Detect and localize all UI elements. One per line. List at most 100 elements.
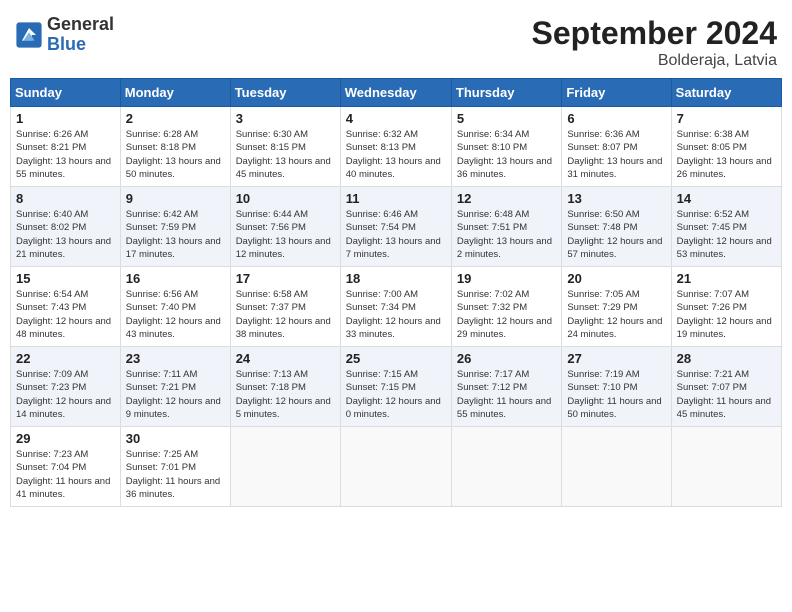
calendar-cell: 9 Sunrise: 6:42 AMSunset: 7:59 PMDayligh… bbox=[120, 187, 230, 267]
day-info: Sunrise: 7:07 AMSunset: 7:26 PMDaylight:… bbox=[677, 288, 776, 341]
calendar-cell: 7 Sunrise: 6:38 AMSunset: 8:05 PMDayligh… bbox=[671, 107, 781, 187]
calendar-cell bbox=[451, 427, 561, 507]
calendar-cell bbox=[230, 427, 340, 507]
day-number: 3 bbox=[236, 111, 335, 126]
day-number: 28 bbox=[677, 351, 776, 366]
calendar-table: SundayMondayTuesdayWednesdayThursdayFrid… bbox=[10, 78, 782, 507]
calendar-cell: 12 Sunrise: 6:48 AMSunset: 7:51 PMDaylig… bbox=[451, 187, 561, 267]
day-info: Sunrise: 6:40 AMSunset: 8:02 PMDaylight:… bbox=[16, 208, 115, 261]
day-of-week-header: Monday bbox=[120, 79, 230, 107]
day-number: 1 bbox=[16, 111, 115, 126]
day-number: 14 bbox=[677, 191, 776, 206]
calendar-cell: 28 Sunrise: 7:21 AMSunset: 7:07 PMDaylig… bbox=[671, 347, 781, 427]
calendar-cell: 25 Sunrise: 7:15 AMSunset: 7:15 PMDaylig… bbox=[340, 347, 451, 427]
day-number: 24 bbox=[236, 351, 335, 366]
day-info: Sunrise: 7:05 AMSunset: 7:29 PMDaylight:… bbox=[567, 288, 665, 341]
calendar-week-row: 29 Sunrise: 7:23 AMSunset: 7:04 PMDaylig… bbox=[11, 427, 782, 507]
calendar-cell: 20 Sunrise: 7:05 AMSunset: 7:29 PMDaylig… bbox=[562, 267, 671, 347]
calendar-cell: 30 Sunrise: 7:25 AMSunset: 7:01 PMDaylig… bbox=[120, 427, 230, 507]
logo: General Blue bbox=[15, 15, 114, 55]
day-info: Sunrise: 7:00 AMSunset: 7:34 PMDaylight:… bbox=[346, 288, 446, 341]
calendar-cell: 24 Sunrise: 7:13 AMSunset: 7:18 PMDaylig… bbox=[230, 347, 340, 427]
calendar-cell: 21 Sunrise: 7:07 AMSunset: 7:26 PMDaylig… bbox=[671, 267, 781, 347]
day-number: 22 bbox=[16, 351, 115, 366]
calendar-cell: 17 Sunrise: 6:58 AMSunset: 7:37 PMDaylig… bbox=[230, 267, 340, 347]
day-number: 20 bbox=[567, 271, 665, 286]
logo-general: General bbox=[47, 15, 114, 35]
calendar-cell: 14 Sunrise: 6:52 AMSunset: 7:45 PMDaylig… bbox=[671, 187, 781, 267]
day-info: Sunrise: 7:11 AMSunset: 7:21 PMDaylight:… bbox=[126, 368, 225, 421]
calendar-cell: 13 Sunrise: 6:50 AMSunset: 7:48 PMDaylig… bbox=[562, 187, 671, 267]
calendar-week-row: 22 Sunrise: 7:09 AMSunset: 7:23 PMDaylig… bbox=[11, 347, 782, 427]
day-info: Sunrise: 7:09 AMSunset: 7:23 PMDaylight:… bbox=[16, 368, 115, 421]
calendar-week-row: 8 Sunrise: 6:40 AMSunset: 8:02 PMDayligh… bbox=[11, 187, 782, 267]
day-info: Sunrise: 6:28 AMSunset: 8:18 PMDaylight:… bbox=[126, 128, 225, 181]
day-info: Sunrise: 7:02 AMSunset: 7:32 PMDaylight:… bbox=[457, 288, 556, 341]
day-info: Sunrise: 6:42 AMSunset: 7:59 PMDaylight:… bbox=[126, 208, 225, 261]
day-info: Sunrise: 7:17 AMSunset: 7:12 PMDaylight:… bbox=[457, 368, 556, 421]
calendar-cell: 26 Sunrise: 7:17 AMSunset: 7:12 PMDaylig… bbox=[451, 347, 561, 427]
logo-blue: Blue bbox=[47, 35, 114, 55]
day-info: Sunrise: 6:48 AMSunset: 7:51 PMDaylight:… bbox=[457, 208, 556, 261]
calendar-cell: 27 Sunrise: 7:19 AMSunset: 7:10 PMDaylig… bbox=[562, 347, 671, 427]
day-number: 29 bbox=[16, 431, 115, 446]
calendar-cell bbox=[671, 427, 781, 507]
day-of-week-header: Friday bbox=[562, 79, 671, 107]
calendar-week-row: 15 Sunrise: 6:54 AMSunset: 7:43 PMDaylig… bbox=[11, 267, 782, 347]
logo-icon bbox=[15, 21, 43, 49]
day-info: Sunrise: 6:54 AMSunset: 7:43 PMDaylight:… bbox=[16, 288, 115, 341]
day-number: 6 bbox=[567, 111, 665, 126]
day-of-week-header: Saturday bbox=[671, 79, 781, 107]
day-info: Sunrise: 6:34 AMSunset: 8:10 PMDaylight:… bbox=[457, 128, 556, 181]
calendar-cell: 10 Sunrise: 6:44 AMSunset: 7:56 PMDaylig… bbox=[230, 187, 340, 267]
day-number: 11 bbox=[346, 191, 446, 206]
calendar-cell: 8 Sunrise: 6:40 AMSunset: 8:02 PMDayligh… bbox=[11, 187, 121, 267]
day-info: Sunrise: 6:58 AMSunset: 7:37 PMDaylight:… bbox=[236, 288, 335, 341]
day-number: 12 bbox=[457, 191, 556, 206]
day-info: Sunrise: 7:13 AMSunset: 7:18 PMDaylight:… bbox=[236, 368, 335, 421]
day-info: Sunrise: 6:32 AMSunset: 8:13 PMDaylight:… bbox=[346, 128, 446, 181]
calendar-cell: 29 Sunrise: 7:23 AMSunset: 7:04 PMDaylig… bbox=[11, 427, 121, 507]
day-of-week-header: Wednesday bbox=[340, 79, 451, 107]
calendar-cell bbox=[562, 427, 671, 507]
day-number: 18 bbox=[346, 271, 446, 286]
day-info: Sunrise: 6:44 AMSunset: 7:56 PMDaylight:… bbox=[236, 208, 335, 261]
calendar-header-row: SundayMondayTuesdayWednesdayThursdayFrid… bbox=[11, 79, 782, 107]
day-info: Sunrise: 6:50 AMSunset: 7:48 PMDaylight:… bbox=[567, 208, 665, 261]
day-info: Sunrise: 7:25 AMSunset: 7:01 PMDaylight:… bbox=[126, 448, 225, 501]
calendar-cell: 11 Sunrise: 6:46 AMSunset: 7:54 PMDaylig… bbox=[340, 187, 451, 267]
day-number: 4 bbox=[346, 111, 446, 126]
day-number: 10 bbox=[236, 191, 335, 206]
day-number: 8 bbox=[16, 191, 115, 206]
calendar-cell: 23 Sunrise: 7:11 AMSunset: 7:21 PMDaylig… bbox=[120, 347, 230, 427]
day-info: Sunrise: 7:19 AMSunset: 7:10 PMDaylight:… bbox=[567, 368, 665, 421]
calendar-week-row: 1 Sunrise: 6:26 AMSunset: 8:21 PMDayligh… bbox=[11, 107, 782, 187]
day-number: 26 bbox=[457, 351, 556, 366]
day-info: Sunrise: 6:56 AMSunset: 7:40 PMDaylight:… bbox=[126, 288, 225, 341]
calendar-cell: 19 Sunrise: 7:02 AMSunset: 7:32 PMDaylig… bbox=[451, 267, 561, 347]
day-number: 9 bbox=[126, 191, 225, 206]
day-of-week-header: Tuesday bbox=[230, 79, 340, 107]
day-number: 13 bbox=[567, 191, 665, 206]
day-info: Sunrise: 7:15 AMSunset: 7:15 PMDaylight:… bbox=[346, 368, 446, 421]
day-number: 19 bbox=[457, 271, 556, 286]
calendar-cell: 3 Sunrise: 6:30 AMSunset: 8:15 PMDayligh… bbox=[230, 107, 340, 187]
day-number: 25 bbox=[346, 351, 446, 366]
logo-text: General Blue bbox=[47, 15, 114, 55]
day-info: Sunrise: 6:52 AMSunset: 7:45 PMDaylight:… bbox=[677, 208, 776, 261]
calendar-cell: 6 Sunrise: 6:36 AMSunset: 8:07 PMDayligh… bbox=[562, 107, 671, 187]
day-info: Sunrise: 6:30 AMSunset: 8:15 PMDaylight:… bbox=[236, 128, 335, 181]
calendar-cell: 16 Sunrise: 6:56 AMSunset: 7:40 PMDaylig… bbox=[120, 267, 230, 347]
calendar-cell: 22 Sunrise: 7:09 AMSunset: 7:23 PMDaylig… bbox=[11, 347, 121, 427]
day-info: Sunrise: 7:21 AMSunset: 7:07 PMDaylight:… bbox=[677, 368, 776, 421]
day-number: 23 bbox=[126, 351, 225, 366]
page-header: General Blue September 2024 Bolderaja, L… bbox=[10, 10, 782, 70]
calendar-cell: 5 Sunrise: 6:34 AMSunset: 8:10 PMDayligh… bbox=[451, 107, 561, 187]
day-info: Sunrise: 6:46 AMSunset: 7:54 PMDaylight:… bbox=[346, 208, 446, 261]
calendar-cell: 18 Sunrise: 7:00 AMSunset: 7:34 PMDaylig… bbox=[340, 267, 451, 347]
day-number: 21 bbox=[677, 271, 776, 286]
day-info: Sunrise: 6:38 AMSunset: 8:05 PMDaylight:… bbox=[677, 128, 776, 181]
day-number: 15 bbox=[16, 271, 115, 286]
day-number: 7 bbox=[677, 111, 776, 126]
month-title: September 2024 bbox=[532, 15, 777, 52]
